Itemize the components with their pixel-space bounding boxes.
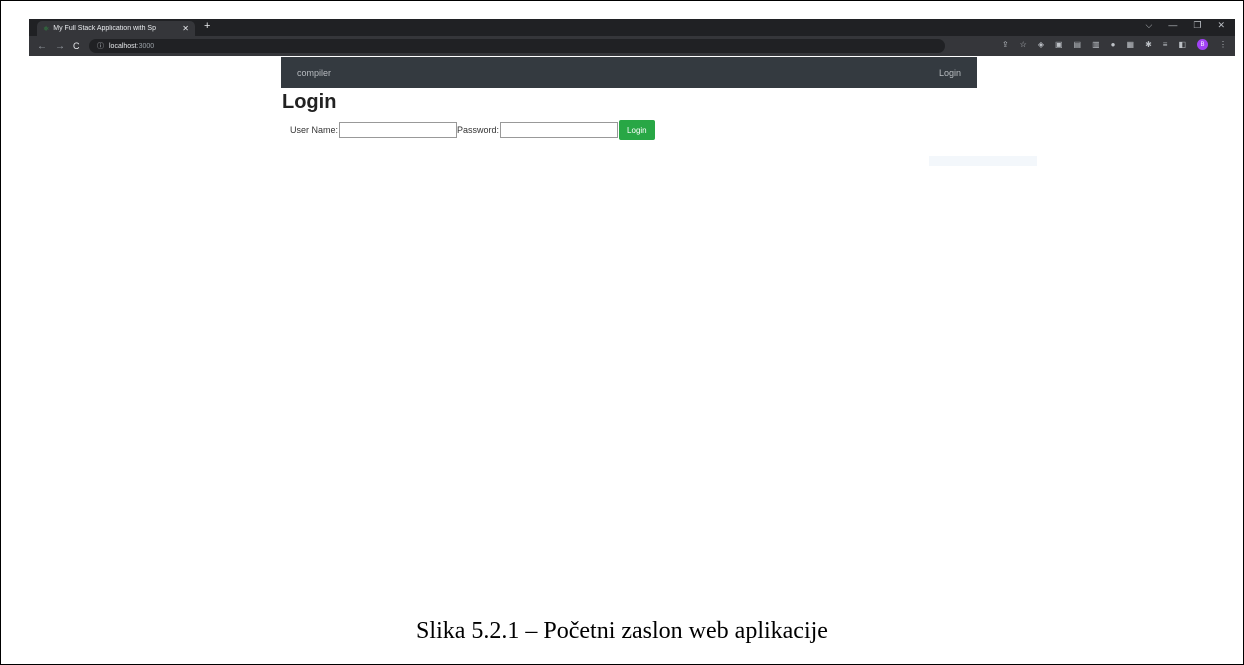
navbar-brand-link[interactable]: compiler — [297, 68, 331, 78]
reload-icon[interactable]: C — [73, 41, 80, 51]
close-window-icon[interactable]: ✕ — [1217, 20, 1225, 31]
page-title: Login — [282, 91, 337, 113]
browser-tab[interactable]: ⚛ My Full Stack Application with Sp ✕ — [37, 21, 195, 36]
profile-avatar[interactable]: B — [1197, 39, 1208, 50]
password-label: Password: — [457, 125, 500, 135]
menu-kebab-icon[interactable]: ⋮ — [1219, 40, 1227, 49]
password-input[interactable] — [500, 122, 619, 138]
share-icon[interactable]: ⇪ — [1002, 40, 1009, 49]
username-label: User Name: — [290, 125, 339, 135]
url-port: :3000 — [136, 42, 155, 50]
minimize-icon[interactable]: — — [1168, 20, 1177, 31]
bookmark-star-icon[interactable]: ☆ — [1020, 40, 1027, 49]
url-host: localhost — [109, 42, 137, 50]
extension-icon[interactable]: ▤ — [1074, 40, 1082, 49]
browser-toolbar: ← → C ⓘ localhost:3000 ⇪ ☆ ◈ ▣ ▤ ▥ ● ▦ ✱… — [29, 36, 1235, 56]
figure-frame: ⚛ My Full Stack Application with Sp ✕ + … — [0, 0, 1244, 665]
login-button[interactable]: Login — [619, 120, 655, 140]
new-tab-icon[interactable]: + — [204, 20, 210, 32]
extension-icon[interactable]: ● — [1111, 40, 1116, 49]
close-tab-icon[interactable]: ✕ — [182, 24, 189, 33]
browser-window: ⚛ My Full Stack Application with Sp ✕ + … — [29, 19, 1235, 639]
address-bar[interactable]: ⓘ localhost:3000 — [89, 39, 945, 53]
puzzle-extensions-icon[interactable]: ✱ — [1145, 40, 1152, 49]
chevron-down-icon[interactable]: ⌵ — [1146, 20, 1153, 31]
app-navbar: compiler Login — [281, 57, 977, 88]
side-panel-icon[interactable]: ◧ — [1178, 40, 1186, 49]
username-input[interactable] — [339, 122, 458, 138]
extension-icon[interactable]: ▥ — [1092, 40, 1100, 49]
extension-icon[interactable]: ▦ — [1127, 40, 1135, 49]
login-form: User Name: Password: Login — [290, 120, 655, 140]
extension-icon[interactable]: ▣ — [1055, 40, 1063, 49]
back-icon[interactable]: ← — [37, 41, 47, 52]
window-controls: ⌵ — ❐ ✕ — [1146, 20, 1225, 31]
navbar-login-link[interactable]: Login — [939, 68, 961, 78]
site-info-icon[interactable]: ⓘ — [97, 41, 104, 51]
reading-list-icon[interactable]: ≡ — [1163, 40, 1168, 49]
faint-overlay-widget — [929, 156, 1037, 166]
tab-title: My Full Stack Application with Sp — [53, 25, 156, 32]
figure-caption: Slika 5.2.1 – Početni zaslon web aplikac… — [416, 618, 828, 644]
toolbar-icons: ⇪ ☆ ◈ ▣ ▤ ▥ ● ▦ ✱ ≡ ◧ B ⋮ — [1002, 39, 1227, 50]
extension-icon[interactable]: ◈ — [1038, 40, 1044, 49]
app-favicon-icon: ⚛ — [43, 25, 50, 33]
tab-strip: ⚛ My Full Stack Application with Sp ✕ + … — [29, 19, 1235, 36]
restore-icon[interactable]: ❐ — [1193, 20, 1201, 31]
forward-icon[interactable]: → — [55, 41, 65, 52]
